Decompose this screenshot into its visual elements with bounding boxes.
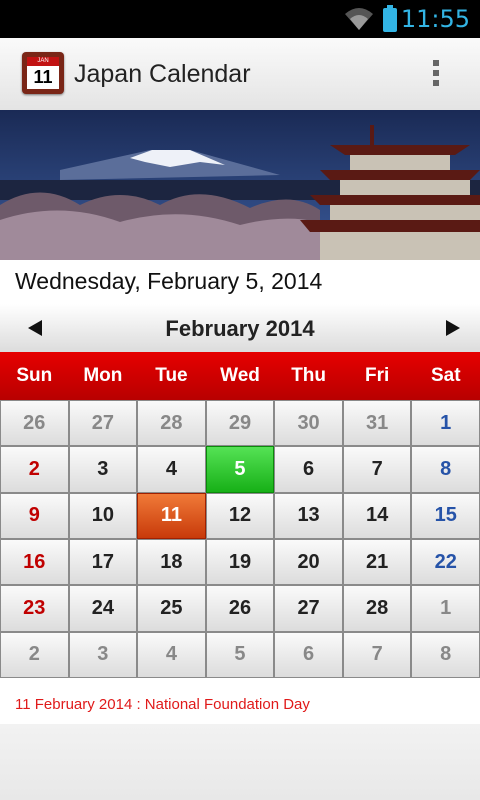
day-cell[interactable]: 14 [342, 492, 412, 539]
day-cell[interactable]: 24 [68, 585, 138, 632]
day-cell[interactable]: 22 [411, 538, 480, 586]
holiday-note: 11 February 2014 : National Foundation D… [15, 696, 310, 713]
weekday-label: Wed [220, 365, 260, 386]
app-title: Japan Calendar [74, 60, 251, 88]
day-cell[interactable]: 30 [274, 400, 343, 447]
holiday-note-area: 11 February 2014 : National Foundation D… [0, 678, 480, 724]
day-cell[interactable]: 23 [0, 585, 69, 632]
day-cell[interactable]: 4 [137, 446, 206, 493]
day-cell[interactable]: 9 [0, 492, 69, 539]
day-cell[interactable]: 27 [68, 400, 138, 447]
day-cell[interactable]: 20 [274, 538, 343, 586]
action-bar: JAN 11 Japan Calendar [0, 38, 480, 111]
day-cell[interactable]: 3 [68, 446, 138, 493]
battery-icon [383, 5, 397, 32]
day-cell[interactable]: 28 [342, 585, 412, 632]
next-month-icon[interactable] [440, 316, 464, 340]
today-cell[interactable]: 5 [205, 446, 275, 493]
day-cell[interactable]: 2 [0, 446, 69, 493]
bottom-area [0, 724, 480, 800]
app-icon-month: JAN [27, 57, 59, 66]
weekday-label: Sat [430, 365, 461, 386]
day-cell[interactable]: 2 [0, 631, 69, 678]
banner-image [0, 110, 480, 260]
wifi-icon [345, 8, 373, 30]
weekday-header: Sun Mon Tue Wed Thu Fri Sat [0, 352, 480, 400]
month-header: February 2014 [0, 304, 480, 353]
weekday-label: Sun [16, 365, 53, 386]
day-cell[interactable]: 6 [274, 631, 343, 678]
app-icon-day: 11 [33, 67, 53, 87]
day-cell[interactable]: 4 [137, 631, 206, 678]
day-cell[interactable]: 16 [0, 538, 69, 586]
calendar: February 2014 Sun Mon Tue Wed Thu Fri Sa… [0, 304, 480, 678]
day-cell[interactable]: 19 [205, 538, 275, 586]
day-cell[interactable]: 5 [205, 631, 275, 678]
day-cell[interactable]: 13 [274, 492, 343, 539]
overflow-menu-icon[interactable] [424, 56, 448, 92]
day-cell[interactable]: 1 [411, 400, 480, 447]
weekday-label: Fri [365, 365, 390, 386]
day-cell[interactable]: 6 [274, 446, 343, 493]
day-cell[interactable]: 3 [68, 631, 138, 678]
day-cell[interactable]: 18 [137, 538, 206, 586]
day-cell[interactable]: 1 [411, 585, 480, 632]
weekday-label: Mon [83, 365, 123, 386]
day-cell[interactable]: 12 [205, 492, 275, 539]
day-cell[interactable]: 25 [137, 585, 206, 632]
day-cell[interactable]: 21 [342, 538, 412, 586]
day-cell[interactable]: 10 [68, 492, 138, 539]
day-cell[interactable]: 17 [68, 538, 138, 586]
calendar-app-icon[interactable]: JAN 11 [22, 52, 64, 94]
weekday-label: Tue [155, 365, 188, 386]
day-cell[interactable]: 8 [411, 631, 480, 678]
weekday-label: Thu [291, 365, 327, 386]
day-cell[interactable]: 7 [342, 446, 412, 493]
day-grid: 26 27 28 29 30 31 1 2 3 4 5 6 7 8 9 10 1… [0, 400, 480, 678]
day-cell[interactable]: 7 [342, 631, 412, 678]
day-cell[interactable]: 27 [274, 585, 343, 632]
day-cell[interactable]: 26 [0, 400, 69, 447]
selected-date-text: Wednesday, February 5, 2014 [15, 268, 323, 294]
day-cell[interactable]: 29 [205, 400, 275, 447]
month-label: February 2014 [165, 316, 315, 341]
day-cell[interactable]: 8 [411, 446, 480, 493]
status-bar: 11:55 [0, 0, 480, 38]
holiday-cell[interactable]: 11 [137, 492, 206, 539]
selected-date-bar: Wednesday, February 5, 2014 [0, 260, 480, 304]
day-cell[interactable]: 28 [137, 400, 206, 447]
day-cell[interactable]: 26 [205, 585, 275, 632]
day-cell[interactable]: 31 [342, 400, 412, 447]
status-time: 11:55 [400, 5, 470, 33]
day-cell[interactable]: 15 [411, 492, 480, 539]
